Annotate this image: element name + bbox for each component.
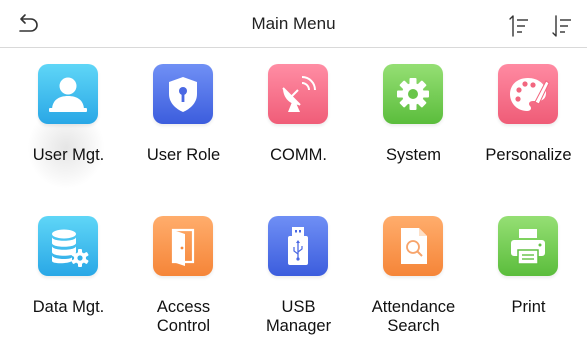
page-title: Main Menu xyxy=(251,14,336,33)
menu-item-print[interactable]: Print xyxy=(470,48,587,316)
menu-item-label: Access Control xyxy=(156,298,211,335)
document-search-icon xyxy=(382,216,443,276)
menu-item-usb-manager[interactable]: USB Manager xyxy=(240,48,357,335)
sort-ascending-icon xyxy=(509,15,528,37)
header-bar: Main Menu xyxy=(0,0,587,48)
usb-drive-icon xyxy=(267,216,328,276)
menu-item-attendance-search[interactable]: Attendance Search xyxy=(355,48,472,335)
sort-descending-icon xyxy=(552,15,571,37)
sort-descending-button[interactable] xyxy=(550,14,574,38)
menu-item-label: USB Manager xyxy=(265,298,332,335)
main-menu-screen: Main Menu User Mgt. User Role COMM. Syst… xyxy=(0,0,587,352)
menu-item-label: Attendance Search xyxy=(371,298,456,335)
sort-ascending-button[interactable] xyxy=(507,14,531,38)
printer-icon xyxy=(497,216,558,276)
menu-item-label: Print xyxy=(511,298,546,316)
menu-grid: User Mgt. User Role COMM. System Persona… xyxy=(0,48,587,352)
door-icon xyxy=(152,216,213,276)
menu-item-data-mgt[interactable]: Data Mgt. xyxy=(10,48,127,316)
database-gear-icon xyxy=(37,216,98,276)
menu-item-label: Data Mgt. xyxy=(32,298,105,316)
menu-item-access-control[interactable]: Access Control xyxy=(125,48,242,335)
